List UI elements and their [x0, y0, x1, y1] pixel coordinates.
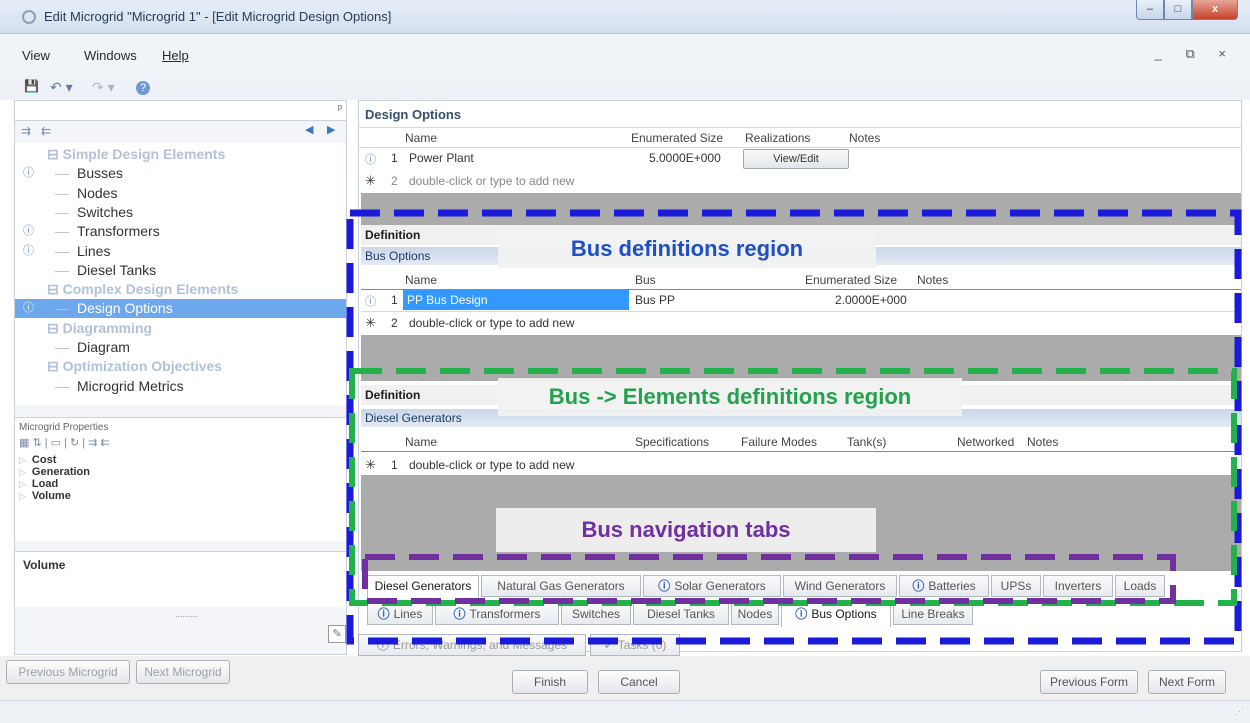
finish-button[interactable]: Finish [512, 670, 588, 694]
nav-tabs-callout: Bus navigation tabs [496, 508, 876, 552]
region-outlines [346, 209, 1242, 645]
bus-region-outline [346, 209, 1242, 645]
status-bar: ⋰ [0, 700, 1250, 723]
nav-tabs-outline [362, 554, 1176, 604]
resize-grip-icon[interactable]: ⋰ [1235, 706, 1244, 717]
previous-microgrid-button[interactable]: Previous Microgrid [6, 660, 130, 684]
elements-region-callout: Bus -> Elements definitions region [498, 378, 962, 416]
previous-form-button[interactable]: Previous Form [1040, 670, 1138, 694]
bus-region-callout: Bus definitions region [498, 230, 876, 268]
next-microgrid-button[interactable]: Next Microgrid [136, 660, 230, 684]
next-form-button[interactable]: Next Form [1148, 670, 1226, 694]
cancel-button[interactable]: Cancel [598, 670, 680, 694]
